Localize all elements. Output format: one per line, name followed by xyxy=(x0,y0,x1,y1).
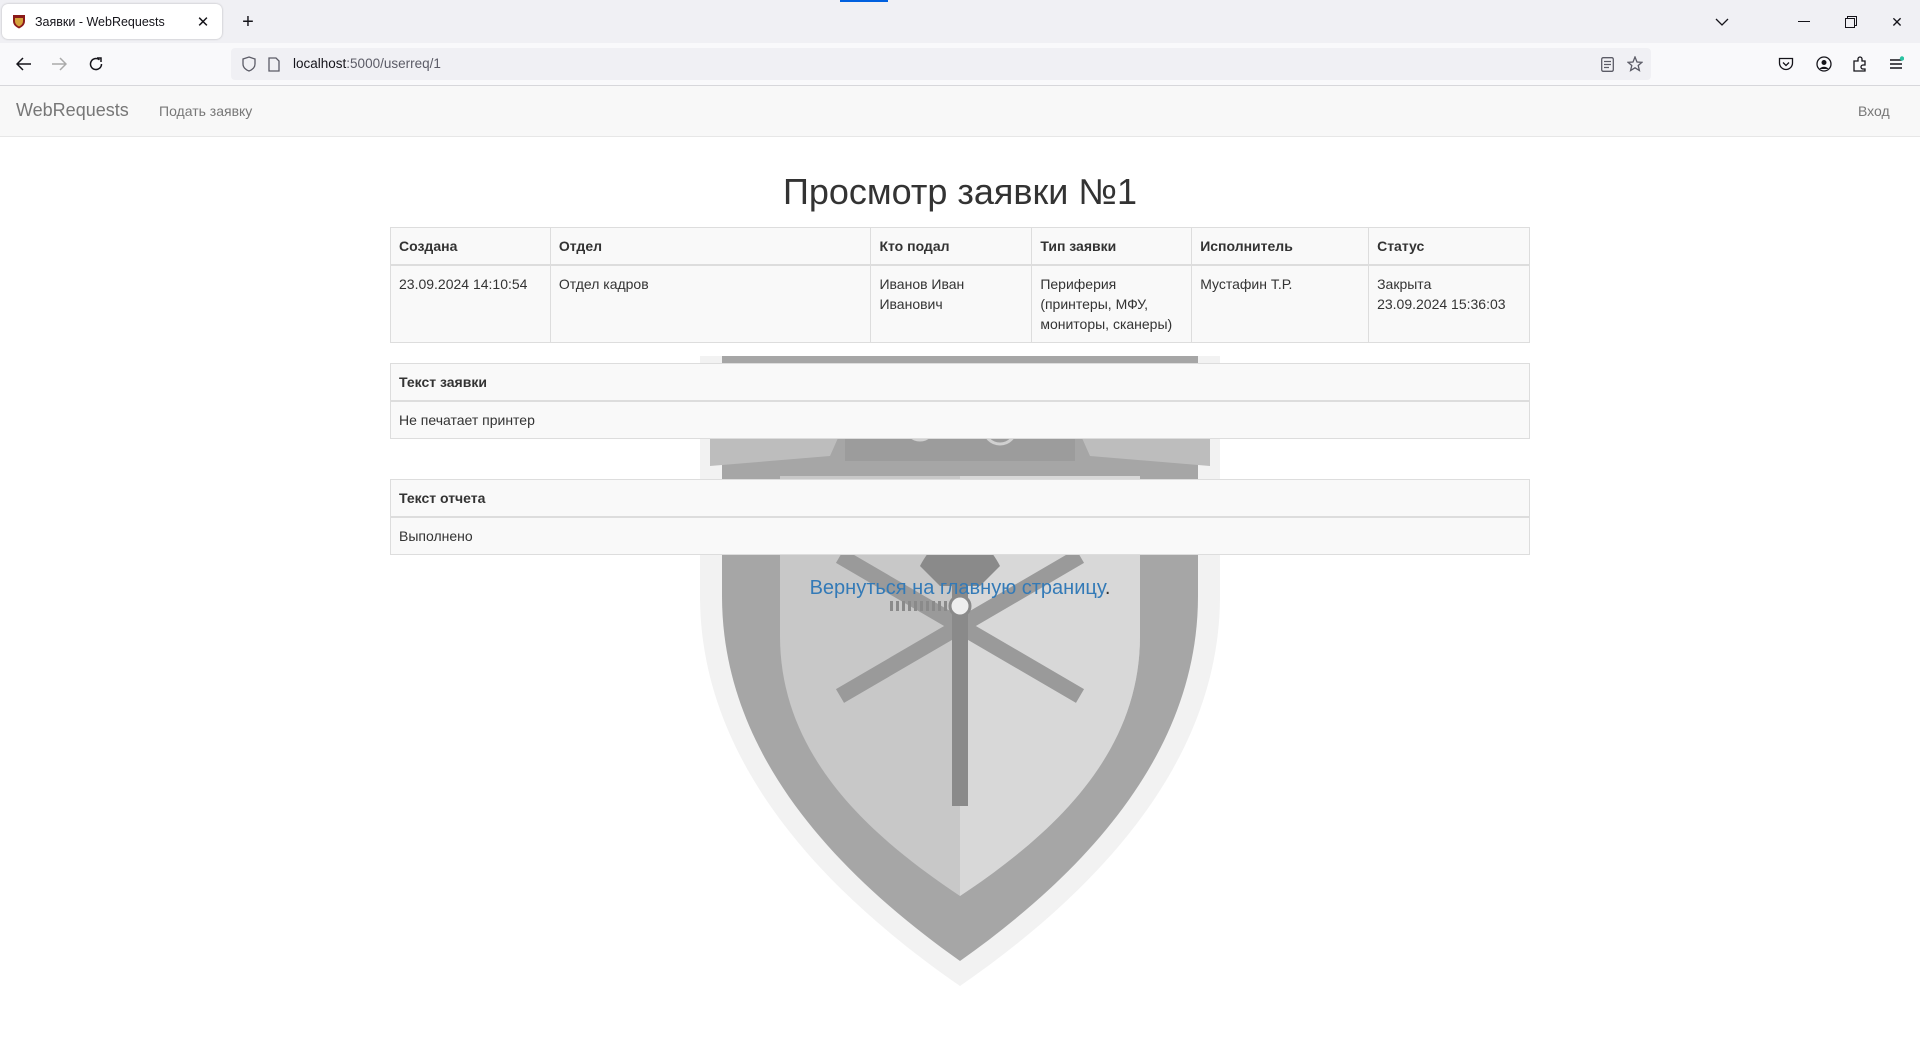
browser-toolbar: localhost:5000/userreq/1 xyxy=(0,43,1920,86)
cell-author-line: Иванович xyxy=(879,296,943,312)
back-link-container: Вернуться на главную страницу. xyxy=(0,577,1920,600)
minimize-icon[interactable] xyxy=(1790,8,1818,36)
cell-type-line: мониторы, сканеры) xyxy=(1040,316,1173,332)
close-window-icon[interactable]: ✕ xyxy=(1883,8,1911,36)
cell-status: Закрыта 23.09.2024 15:36:03 xyxy=(1368,264,1530,343)
browser-tab[interactable]: Заявки - WebRequests ✕ xyxy=(2,4,222,39)
table-row: 23.09.2024 14:10:54 Отдел кадров Иванов … xyxy=(390,264,1530,343)
browser-tab-bar: Заявки - WebRequests ✕ + ✕ xyxy=(0,0,1920,43)
page-icon[interactable] xyxy=(264,54,284,74)
shield-icon[interactable] xyxy=(239,54,259,74)
back-arrow-icon[interactable] xyxy=(10,50,38,78)
cell-executor: Мустафин Т.Р. xyxy=(1191,264,1370,343)
cell-status-line: 23.09.2024 15:36:03 xyxy=(1377,296,1506,312)
page-title: Просмотр заявки №1 xyxy=(782,171,1138,212)
request-details-table: Создана Отдел Кто подал Тип заявки Испол… xyxy=(390,227,1530,343)
tab-indicator xyxy=(840,0,888,2)
cell-type: Периферия (принтеры, МФУ, мониторы, скан… xyxy=(1031,264,1193,343)
menu-icon[interactable] xyxy=(1882,50,1910,78)
column-header-type: Тип заявки xyxy=(1031,227,1193,266)
page-viewport: WebRequests Подать заявку Вход Просмотр … xyxy=(0,86,1920,1040)
back-to-home-link[interactable]: Вернуться на главную страницу xyxy=(810,577,1105,599)
request-text-header: Текст заявки xyxy=(390,363,1530,402)
plus-icon[interactable]: + xyxy=(236,10,260,34)
address-bar[interactable]: localhost:5000/userreq/1 xyxy=(231,48,1651,80)
account-icon[interactable] xyxy=(1810,50,1838,78)
pocket-icon[interactable] xyxy=(1772,50,1800,78)
url-text[interactable]: localhost:5000/userreq/1 xyxy=(293,56,441,71)
reader-view-icon[interactable] xyxy=(1597,54,1617,74)
url-path: :5000/userreq/1 xyxy=(346,56,441,71)
report-text-body: Выполнено xyxy=(390,516,1530,555)
column-header-created: Создана xyxy=(390,227,551,266)
brand-link[interactable]: WebRequests xyxy=(16,100,129,121)
extensions-icon[interactable] xyxy=(1846,50,1874,78)
tab-favicon-shield-icon xyxy=(11,14,27,30)
column-header-author: Кто подал xyxy=(870,227,1033,266)
cell-author-line: Иванов Иван xyxy=(879,276,965,292)
tab-title: Заявки - WebRequests xyxy=(35,14,165,29)
table-header-row: Создана Отдел Кто подал Тип заявки Испол… xyxy=(390,227,1530,266)
maximize-icon[interactable] xyxy=(1837,8,1865,36)
reload-icon[interactable] xyxy=(82,50,110,78)
request-text-panel: Текст заявки Не печатает принтер xyxy=(390,363,1530,439)
nav-login-link[interactable]: Вход xyxy=(1858,103,1890,119)
bookmark-star-icon[interactable] xyxy=(1625,54,1645,74)
back-link-suffix: . xyxy=(1104,577,1111,599)
cell-author: Иванов Иван Иванович xyxy=(870,264,1033,343)
nav-submit-request-link[interactable]: Подать заявку xyxy=(159,103,252,119)
site-navbar: WebRequests Подать заявку Вход xyxy=(0,86,1920,137)
cell-created: 23.09.2024 14:10:54 xyxy=(390,264,551,343)
report-text-header: Текст отчета xyxy=(390,479,1530,518)
cell-department: Отдел кадров xyxy=(549,264,872,343)
column-header-executor: Исполнитель xyxy=(1191,227,1370,266)
close-icon[interactable]: ✕ xyxy=(192,11,214,33)
column-header-status: Статус xyxy=(1368,227,1530,266)
chevron-down-icon[interactable] xyxy=(1708,8,1736,36)
forward-arrow-icon[interactable] xyxy=(45,50,73,78)
cell-type-line: Периферия xyxy=(1040,276,1117,292)
request-text-body: Не печатает принтер xyxy=(390,400,1530,439)
report-text-panel: Текст отчета Выполнено xyxy=(390,479,1530,555)
cell-status-line: Закрыта xyxy=(1377,276,1432,292)
url-host: localhost xyxy=(293,56,347,71)
column-header-department: Отдел xyxy=(549,227,872,266)
cell-type-line: (принтеры, МФУ, xyxy=(1040,296,1149,312)
